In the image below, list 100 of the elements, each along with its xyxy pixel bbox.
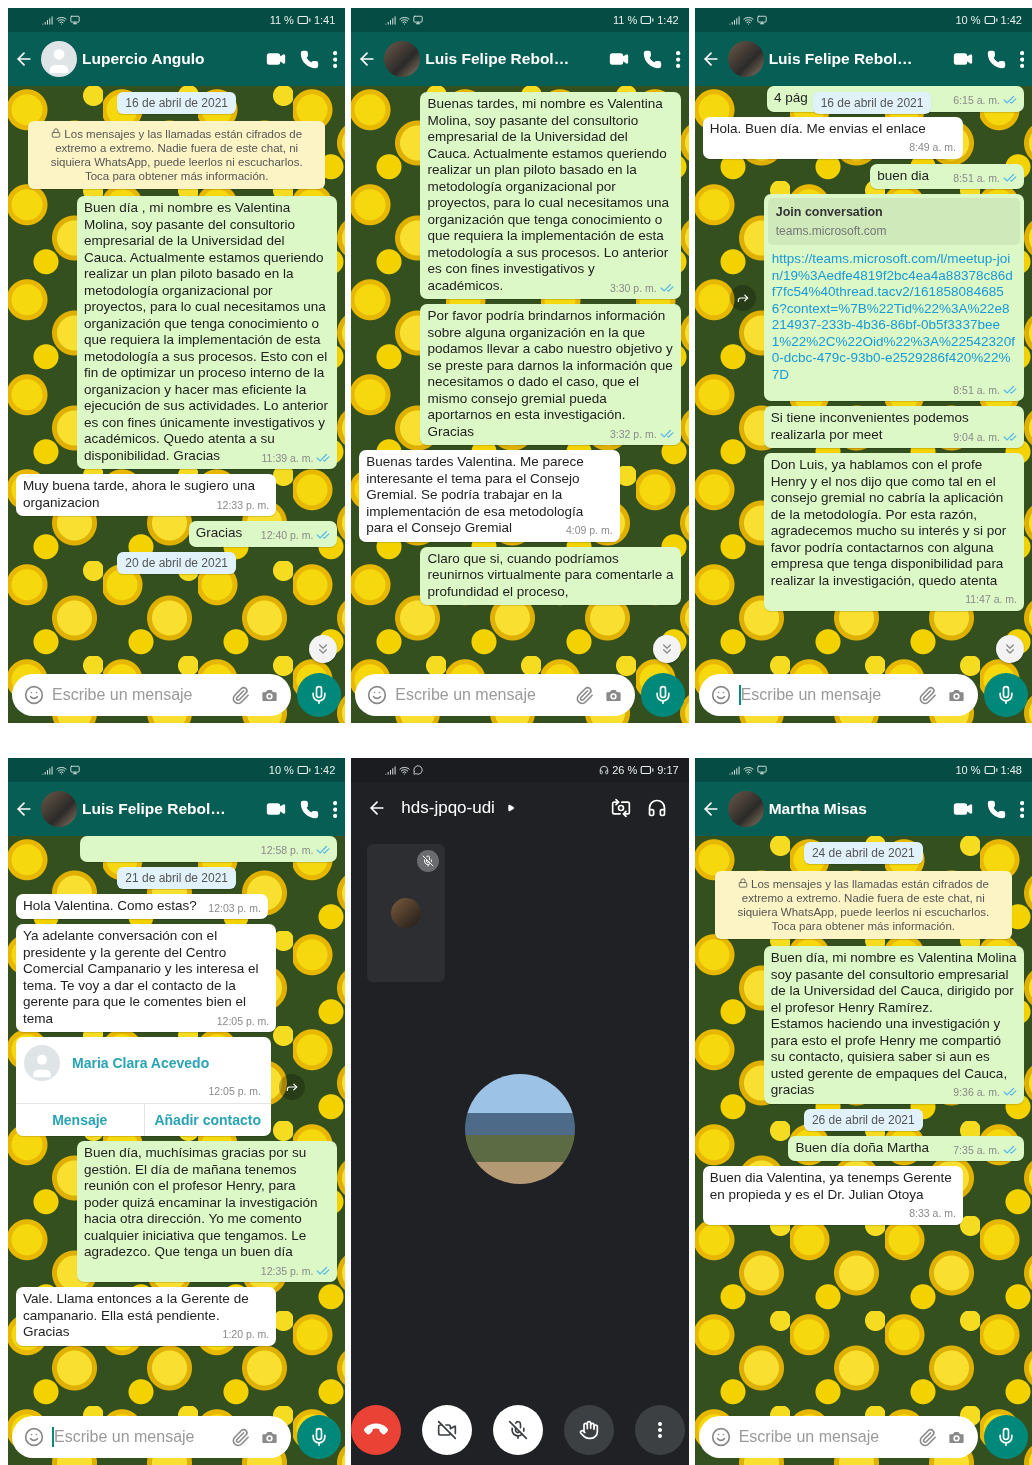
message-time: 8:33 a. m. (909, 1206, 956, 1221)
hang-up-button[interactable] (351, 1405, 402, 1455)
message-field[interactable]: Escribe un mensaje (12, 1416, 292, 1458)
screen-icon (70, 15, 80, 25)
sent-message: buen dia 8:51 a. m. (870, 163, 1024, 189)
menu-button[interactable] (331, 798, 340, 820)
date-chip: 21 de abril de 2021 (117, 866, 237, 889)
smiley-icon (24, 685, 44, 705)
avatar-silhouette-icon (24, 1045, 60, 1081)
screen-icon (70, 765, 80, 775)
sent-message: Por favor podría brindarnos información sobre alguna organización en la que podamos llevar a cabo nuestro objetivo y se preste para darnos la información que necesitamos o dado el caso, que el mismo consejo gremial pueda aportarnos en esta investigación. Gracias 3:32 p. m. (420, 304, 681, 445)
contact-name[interactable]: Luis Felipe Rebol… (425, 49, 603, 69)
sent-message: Claro que si, cuando podríamos reunirnos virtualmente para comentarle a profundidad el proceso, (420, 546, 681, 605)
message-time: 8:51 a. m. (953, 170, 1000, 186)
battery-icon (640, 763, 655, 777)
date-chip: 24 de abril de 2021 (803, 842, 923, 864)
contact-name[interactable]: Martha Misas (768, 799, 946, 819)
encryption-notice[interactable]: Los mensajes y las llamadas están cifrados de extremo a extremo. Nadie fuera de este chat, ni siquiera WhatsApp, puede leerlos ni escucharlos. Toca para obtener más información. (28, 121, 326, 189)
menu-button[interactable] (674, 48, 683, 70)
clock-time: 9:17 (657, 764, 679, 776)
message-time: 8:51 a. m. (953, 382, 1000, 398)
preview-domain: teams.microsoft.com (775, 222, 888, 239)
message-field[interactable]: Escribe un mensaje (12, 674, 292, 716)
message-input[interactable]: Escribe un mensaje (738, 1428, 910, 1446)
message-time: 4:09 p. m. (565, 523, 613, 538)
lock-icon (51, 128, 62, 138)
message-time: 12:33 p. m. (216, 497, 270, 513)
microphone-button[interactable] (640, 673, 685, 717)
smiley-icon (367, 685, 388, 705)
received-message: Hola. Buen día. Me envias el enlace 8:49 a. m. (702, 116, 963, 159)
headphones-icon (599, 765, 610, 775)
date-chip: 26 de abril de 2021 (803, 1108, 923, 1131)
sent-message: Don Luis, ya hablamos con el profe Henry y el nos dijo que como tal en el consejo gremial no cabría la aplicación de la metodología. Por esta razón, agradecemos mucho su interés y si por favor podría contactarnos con alguna empresa que tenga disponibilidad para realizar la investigación, quedo atenta 11:47 a. m. (763, 453, 1024, 611)
link-preview[interactable]: Join conversation teams.microsoft.com (767, 198, 1020, 245)
meeting-code[interactable]: hds-jpqo-udi (401, 798, 495, 818)
emoji-button[interactable] (22, 683, 46, 707)
signal-icon (42, 14, 53, 26)
phone-icon (300, 799, 320, 819)
message-input[interactable]: Escribe un mensaje (740, 686, 910, 704)
date-chip: 16 de abril de 2021 (812, 92, 932, 114)
menu-icon (676, 50, 681, 68)
contact-name[interactable]: Luis Felipe Rebol… (82, 799, 260, 819)
paperclip-icon (231, 685, 251, 705)
video-off-icon (437, 1420, 458, 1440)
microphone-toggle-button[interactable] (493, 1405, 543, 1455)
smiley-icon (710, 1427, 731, 1447)
signal-icon (385, 14, 397, 26)
battery-icon (983, 763, 998, 777)
wifi-icon (399, 14, 411, 26)
contact-name[interactable]: Luis Felipe Rebol… (768, 49, 946, 69)
scroll-down-button[interactable] (309, 635, 338, 663)
encryption-notice[interactable]: Los mensajes y las llamadas están cifrados de extremo a extremo. Nadie fuera de este chat, ni siquiera WhatsApp, puede leerlos ni escucharlos. Toca para obtener más información. (714, 871, 1012, 939)
wifi-icon (742, 14, 754, 26)
scroll-down-button[interactable] (652, 635, 681, 663)
message-field[interactable]: Escribe un mensaje (355, 674, 635, 716)
chat-bubble-icon (413, 765, 424, 775)
received-message: Vale. Llama entonces a la Gerente de campanario. Ella está pendiente. Gracias 1:20 p. m. (16, 1287, 277, 1346)
microphone-button[interactable] (984, 1415, 1028, 1459)
forward-button[interactable] (279, 1073, 305, 1100)
message-time: 3:30 p. m. (609, 280, 657, 296)
microphone-button[interactable] (297, 673, 342, 717)
microphone-button[interactable] (297, 1415, 342, 1459)
microphone-button[interactable] (984, 673, 1028, 717)
clock-time: 1:42 (657, 14, 679, 26)
scroll-down-button[interactable] (996, 635, 1024, 663)
battery-percent: 26 % (612, 764, 638, 776)
microphone-off-icon (508, 1420, 528, 1440)
wifi-icon (742, 764, 754, 776)
sent-message: Buen día doña Martha 7:35 a. m. (788, 1135, 1024, 1161)
received-message: Buen dia Valentina, ya tenemps Gerente en propieda y es el Dr. Julian Otoya 8:33 a. m. (702, 1166, 963, 1225)
battery-percent: 10 % (268, 764, 294, 776)
message-time: 9:36 a. m. (953, 1085, 1000, 1100)
sent-message: Buen día, mi nombre es Valentina Molina soy pasante del consultorio empresarial de la Universidad del Cauca, dirigido por el profesor Henry Ramírez. Estamos haciendo una investigación y para esto el profe Henry me compartió su contacto, quisiera saber si aun es usted gerente de empaques del Cauca, gracias 9:36 a. m. (763, 946, 1024, 1104)
signal-icon (728, 764, 740, 776)
menu-button[interactable] (1017, 48, 1026, 70)
screen-icon (756, 15, 767, 25)
raise-hand-button[interactable] (563, 1405, 614, 1455)
menu-icon (333, 50, 338, 68)
lock-icon (737, 878, 748, 888)
smiley-icon (24, 1427, 44, 1447)
camera-toggle-button[interactable] (422, 1405, 473, 1455)
message-input[interactable]: Escribe un mensaje (395, 686, 567, 704)
battery-percent: 10 % (955, 764, 981, 776)
message-input[interactable]: Escribe un mensaje (54, 1428, 224, 1446)
wifi-icon (56, 764, 67, 776)
signal-icon (385, 764, 397, 776)
battery-icon (983, 13, 998, 27)
photo-placeholder (391, 898, 422, 928)
signal-icon (42, 764, 53, 776)
battery-icon (296, 13, 311, 27)
emoji-button[interactable] (22, 1425, 46, 1449)
message-field[interactable]: Escribe un mensaje (698, 1416, 978, 1458)
date-chip: 20 de abril de 2021 (117, 551, 237, 574)
sent-message: Buenas tardes, mi nombre es Valentina Molina, soy pasante del consultorio empresarial de la Universidad del Cauca. Actualmente estamos queriendo realizar un plan piloto basado en la metodología organizacional por proyectos, para lo cual necesitamos una organización que tenga conocimiento o que requiera la implementación de esta metodología a sus procesos. Lo anterior es con fines investigativos y académicos. 3:30 p. m. (420, 92, 681, 299)
menu-button[interactable] (331, 48, 340, 70)
menu-button[interactable] (1017, 798, 1026, 820)
contact-name[interactable]: Lupercio Angulo (82, 49, 260, 69)
message-field[interactable]: Escribe un mensaje (698, 674, 978, 716)
forward-button[interactable] (729, 284, 756, 311)
message-input[interactable]: Escribe un mensaje (52, 686, 224, 704)
